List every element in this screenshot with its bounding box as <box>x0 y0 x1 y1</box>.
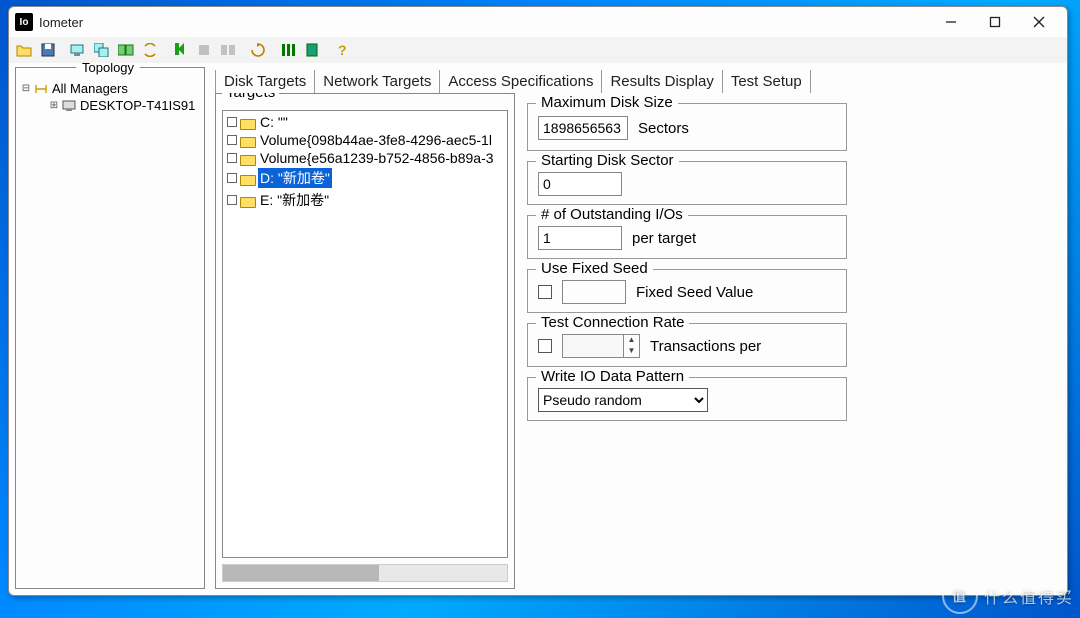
group-max-disk-size: Maximum Disk Size Sectors <box>527 103 847 151</box>
watermark-icon: 值 <box>942 578 978 614</box>
target-checkbox[interactable] <box>227 117 237 127</box>
target-label: C: "" <box>258 114 290 130</box>
target-label: Volume{098b44ae-3fe8-4296-aec5-1l <box>258 132 494 148</box>
watermark: 值 什么值得买 <box>942 578 1074 614</box>
fixed-seed-input <box>562 280 626 304</box>
help-icon[interactable]: ? <box>331 39 353 61</box>
target-checkbox[interactable] <box>227 135 237 145</box>
group-connection-rate: Test Connection Rate ▲▼ Transactions per <box>527 323 847 367</box>
start-icon[interactable] <box>169 39 191 61</box>
target-item[interactable]: D: "新加卷" <box>225 167 505 189</box>
per-target-label: per target <box>632 230 696 247</box>
group-outstanding-ios: # of Outstanding I/Os per target <box>527 215 847 259</box>
titlebar: Io Iometer <box>9 7 1067 37</box>
disk-icon <box>240 173 254 184</box>
tab-test-setup[interactable]: Test Setup <box>723 70 811 93</box>
new-worker-icon[interactable] <box>67 39 89 61</box>
target-item[interactable]: E: "新加卷" <box>225 189 505 211</box>
save-icon[interactable] <box>37 39 59 61</box>
stop-icon[interactable] <box>193 39 215 61</box>
group-starting-sector: Starting Disk Sector <box>527 161 847 205</box>
link-icon[interactable] <box>139 39 161 61</box>
app-icon: Io <box>15 13 33 31</box>
watermark-text: 什么值得买 <box>984 584 1074 608</box>
group-write-pattern: Write IO Data Pattern Pseudo random <box>527 377 847 421</box>
tab-results-display[interactable]: Results Display <box>602 70 722 93</box>
computer-icon <box>62 100 76 112</box>
tree-node[interactable]: ⊞ DESKTOP-T41IS91 <box>20 97 200 114</box>
target-list[interactable]: C: "" Volume{098b44ae-3fe8-4296-aec5-1l Vo… <box>222 110 508 558</box>
topology-panel: Topology ⊟ All Managers ⊞ DESKTOP-T41IS9… <box>15 67 205 589</box>
write-pattern-select[interactable]: Pseudo random <box>538 388 708 412</box>
disk-icon <box>240 195 254 206</box>
disk-icon <box>240 135 254 146</box>
tree-root[interactable]: ⊟ All Managers <box>20 80 200 97</box>
horizontal-scrollbar[interactable] <box>222 564 508 582</box>
target-item[interactable]: C: "" <box>225 113 505 131</box>
fixed-seed-checkbox[interactable] <box>538 285 552 299</box>
network-icon <box>34 83 48 95</box>
starting-sector-input[interactable] <box>538 172 622 196</box>
tab-disk-targets[interactable]: Disk Targets <box>215 70 315 93</box>
target-label: E: "新加卷" <box>258 190 331 210</box>
toolbar: ? <box>9 37 1067 63</box>
transactions-per-label: Transactions per <box>650 338 761 355</box>
tree-root-label: All Managers <box>52 81 128 96</box>
target-item[interactable]: Volume{098b44ae-3fe8-4296-aec5-1l <box>225 131 505 149</box>
connection-rate-checkbox[interactable] <box>538 339 552 353</box>
targets-caption: Targets <box>222 93 279 101</box>
results-icon[interactable] <box>301 39 323 61</box>
max-disk-size-input[interactable] <box>538 116 628 140</box>
topology-caption: Topology <box>76 63 140 75</box>
close-button[interactable] <box>1017 8 1061 36</box>
tab-network-targets[interactable]: Network Targets <box>315 70 440 93</box>
maximize-button[interactable] <box>973 8 1017 36</box>
stop-all-icon[interactable] <box>217 39 239 61</box>
fixed-seed-label: Fixed Seed Value <box>636 284 753 301</box>
group-fixed-seed: Use Fixed Seed Fixed Seed Value <box>527 269 847 313</box>
target-label: D: "新加卷" <box>258 168 332 188</box>
window-title: Iometer <box>39 15 83 30</box>
app-window: Io Iometer ? <box>8 6 1068 596</box>
outstanding-ios-input[interactable] <box>538 226 622 250</box>
target-label: Volume{e56a1239-b752-4856-b89a-3 <box>258 150 496 166</box>
tabs: Disk Targets Network Targets Access Spec… <box>215 67 1061 93</box>
tree-node-label: DESKTOP-T41IS91 <box>80 98 195 113</box>
disk-icon <box>240 117 254 128</box>
tab-access-specifications[interactable]: Access Specifications <box>440 70 602 93</box>
desktop: Io Iometer ? <box>0 0 1080 618</box>
reset-icon[interactable] <box>247 39 269 61</box>
target-checkbox[interactable] <box>227 195 237 205</box>
target-checkbox[interactable] <box>227 153 237 163</box>
spread-icon[interactable] <box>115 39 137 61</box>
targets-group: Targets C: "" Volume{098b44ae-3fe8-4296-a… <box>215 93 515 589</box>
duplicate-worker-icon[interactable] <box>91 39 113 61</box>
sectors-label: Sectors <box>638 120 689 137</box>
access-spec-icon[interactable] <box>277 39 299 61</box>
settings-panel: Maximum Disk Size Sectors Starting Disk … <box>525 93 1061 589</box>
connection-rate-spin: ▲▼ <box>562 334 640 358</box>
spin-up-icon[interactable]: ▲ <box>623 335 639 346</box>
open-icon[interactable] <box>13 39 35 61</box>
spin-down-icon[interactable]: ▼ <box>623 346 639 357</box>
minimize-button[interactable] <box>929 8 973 36</box>
target-checkbox[interactable] <box>227 173 237 183</box>
target-item[interactable]: Volume{e56a1239-b752-4856-b89a-3 <box>225 149 505 167</box>
connection-rate-input <box>563 335 623 357</box>
svg-text:?: ? <box>338 43 347 57</box>
disk-icon <box>240 153 254 164</box>
